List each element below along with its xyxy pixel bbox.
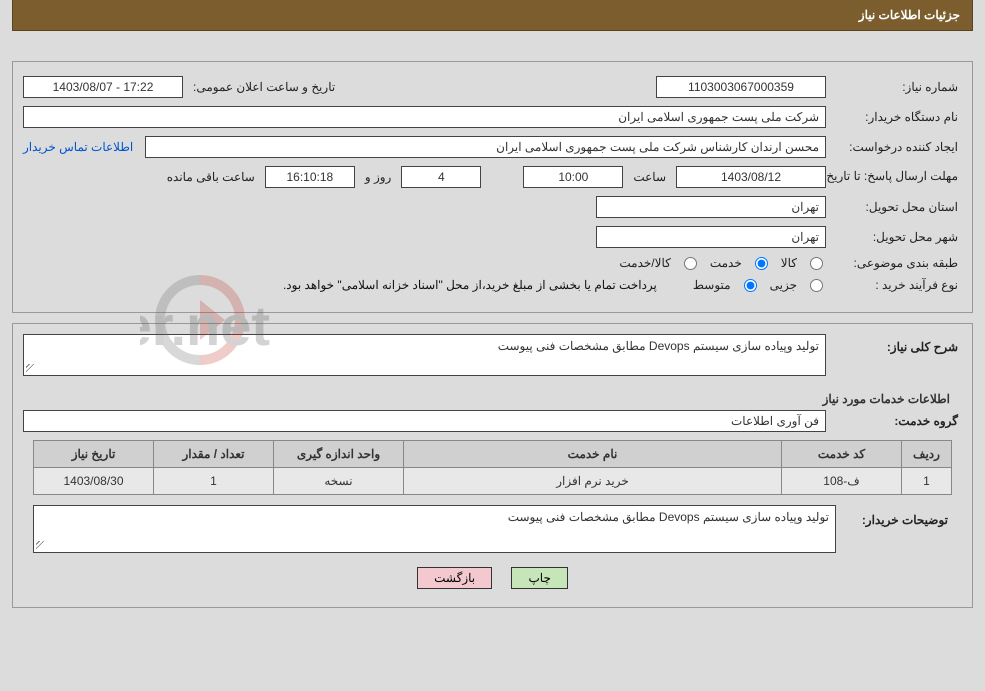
cell-qty: 1 [154,468,274,495]
th-code: کد خدمت [782,441,902,468]
field-buyer-notes: تولید وپیاده سازی سیستم Devops مطابق مشخ… [33,505,836,553]
cell-code: ف-108 [782,468,902,495]
radio-both-label: کالا/خدمت [615,256,674,270]
label-province: استان محل تحویل: [832,200,962,214]
field-deadline-date: 1403/08/12 [676,166,826,188]
label-city: شهر محل تحویل: [832,230,962,244]
label-announce: تاریخ و ساعت اعلان عمومی: [189,80,339,94]
services-table: ردیف کد خدمت نام خدمت واحد اندازه گیری ت… [33,440,952,495]
field-days-left: 4 [401,166,481,188]
field-overall-desc: تولید وپیاده سازی سیستم Devops مطابق مشخ… [23,334,826,376]
th-row: ردیف [902,441,952,468]
field-deadline-time: 10:00 [523,166,623,188]
label-category: طبقه بندی موضوعی: [832,256,962,270]
radio-medium[interactable] [744,279,757,292]
label-overall-desc: شرح کلی نیاز: [832,334,962,354]
th-unit: واحد اندازه گیری [274,441,404,468]
field-province: تهران [596,196,826,218]
radio-service[interactable] [755,257,768,270]
radio-goods-label: کالا [777,256,801,270]
label-buyer-org: نام دستگاه خریدار: [832,110,962,124]
label-buyer-notes: توضیحات خریدار: [842,505,952,527]
cell-date: 1403/08/30 [34,468,154,495]
label-remaining: ساعت باقی مانده [163,170,259,184]
field-service-group: فن آوری اطلاعات [23,410,826,432]
label-purchase-type: نوع فرآیند خرید : [832,278,962,292]
cell-row: 1 [902,468,952,495]
field-requester: محسن ارندان کارشناس شرکت ملی پست جمهوری … [145,136,826,158]
buyer-notes-text: تولید وپیاده سازی سیستم Devops مطابق مشخ… [508,510,829,524]
label-service-group: گروه خدمت: [832,414,962,428]
field-time-left: 16:10:18 [265,166,355,188]
field-need-no: 1103003067000359 [656,76,826,98]
field-announce: 1403/08/07 - 17:22 [23,76,183,98]
field-city: تهران [596,226,826,248]
radio-medium-label: متوسط [689,278,735,292]
description-panel: شرح کلی نیاز: تولید وپیاده سازی سیستم De… [12,323,973,608]
cell-unit: نسخه [274,468,404,495]
section-services-info: اطلاعات خدمات مورد نیاز [23,384,962,410]
print-button[interactable]: چاپ [511,567,567,589]
back-button[interactable]: بازگشت [417,567,492,589]
resize-handle-icon [36,541,46,551]
label-need-no: شماره نیاز: [832,80,962,94]
th-qty: تعداد / مقدار [154,441,274,468]
resize-handle-icon [26,364,36,374]
label-hour: ساعت [629,170,670,184]
payment-note: پرداخت تمام یا بخشی از مبلغ خرید،از محل … [283,278,657,292]
field-buyer-org: شرکت ملی پست جمهوری اسلامی ایران [23,106,826,128]
buyer-contact-link[interactable]: اطلاعات تماس خریدار [23,140,133,154]
th-name: نام خدمت [404,441,782,468]
radio-partial-label: جزیی [766,278,801,292]
label-requester: ایجاد کننده درخواست: [832,140,962,154]
table-row: 1ف-108خرید نرم افزارنسخه11403/08/30 [34,468,952,495]
label-deadline: مهلت ارسال پاسخ: تا تاریخ: [832,169,962,185]
label-day-and: روز و [361,170,396,184]
cell-name: خرید نرم افزار [404,468,782,495]
page-title-bar: جزئیات اطلاعات نیاز [12,0,973,31]
button-row: چاپ بازگشت [23,553,962,595]
radio-service-label: خدمت [706,256,746,270]
details-panel: شماره نیاز: 1103003067000359 تاریخ و ساع… [12,61,973,313]
radio-partial[interactable] [810,279,823,292]
overall-desc-text: تولید وپیاده سازی سیستم Devops مطابق مشخ… [498,339,819,353]
radio-both[interactable] [684,257,697,270]
radio-goods[interactable] [810,257,823,270]
page-title: جزئیات اطلاعات نیاز [859,8,960,22]
th-date: تاریخ نیاز [34,441,154,468]
